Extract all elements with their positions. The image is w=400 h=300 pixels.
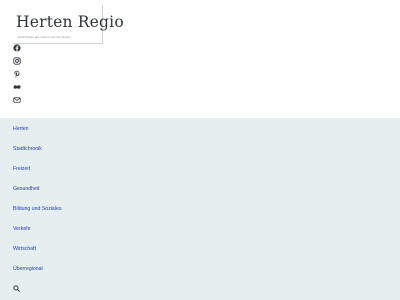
- nav-item-freizeit[interactable]: Freizeit: [13, 166, 30, 172]
- search-icon[interactable]: [13, 285, 20, 292]
- social-links: [13, 44, 25, 109]
- nav-item-herten[interactable]: Herten: [13, 126, 29, 132]
- logo-title: Herten Regio: [16, 13, 124, 31]
- main-navigation: Herten Stadtchronik Freizeit Gesundheit …: [0, 118, 400, 300]
- facebook-icon[interactable]: [13, 44, 21, 52]
- email-icon[interactable]: [13, 96, 21, 104]
- nav-item-gesundheit[interactable]: Gesundheit: [13, 186, 40, 192]
- nav-item-verkehr[interactable]: Verkehr: [13, 226, 31, 232]
- nav-item-ueberregional[interactable]: Überregional: [13, 266, 43, 272]
- nav-item-stadtchronik[interactable]: Stadtchronik: [13, 146, 42, 152]
- logo[interactable]: Herten Regio Nachrichten aus Herten und …: [14, 5, 124, 44]
- logo-tagline: Nachrichten aus Herten und der Region: [18, 36, 71, 39]
- flickr-icon[interactable]: [13, 83, 21, 91]
- nav-item-wirtschaft[interactable]: Wirtschaft: [13, 246, 36, 252]
- nav-item-bildung-und-soziales[interactable]: Bildung und Soziales: [13, 206, 61, 212]
- pinterest-icon[interactable]: [13, 70, 21, 78]
- instagram-icon[interactable]: [13, 57, 21, 65]
- site-header: Herten Regio Nachrichten aus Herten und …: [0, 0, 400, 118]
